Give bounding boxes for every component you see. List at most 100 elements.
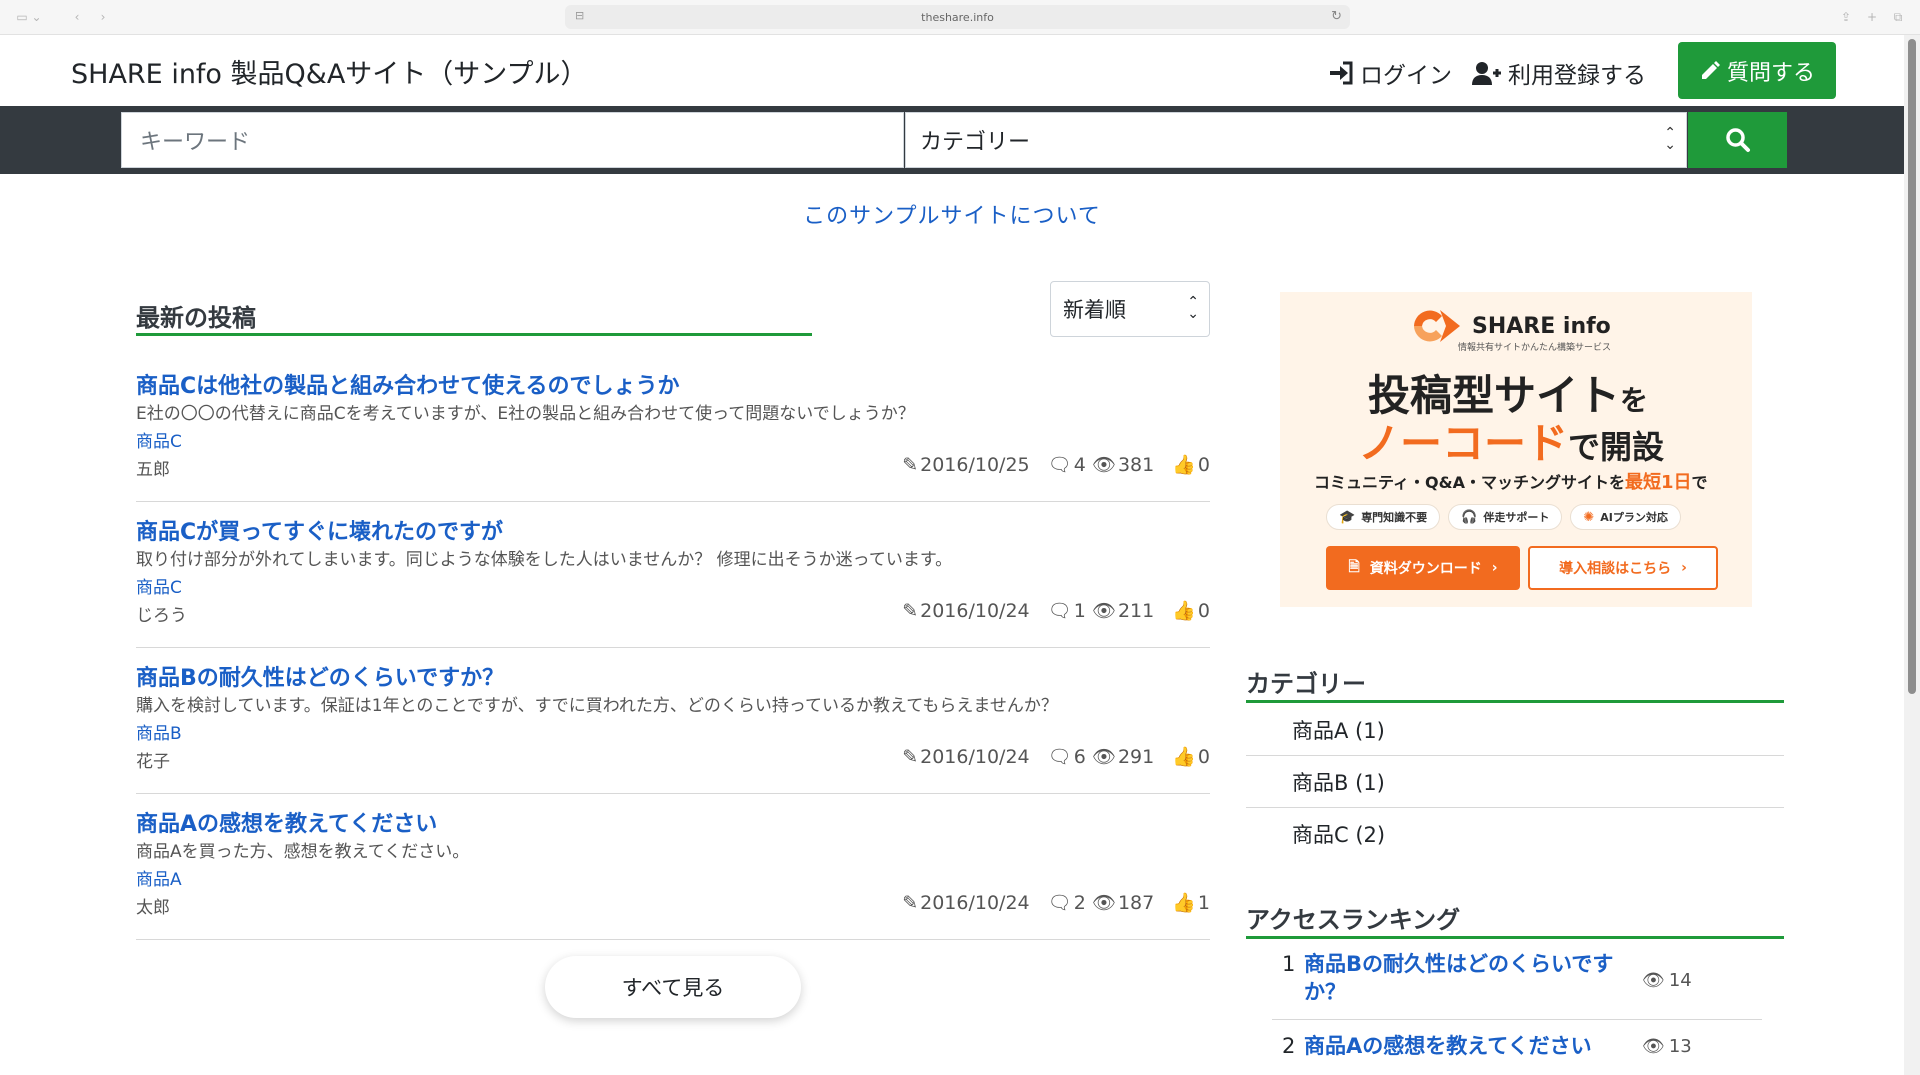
user-plus-icon: [1472, 62, 1501, 85]
post-excerpt: 購入を検討しています。保証は1年とのことですが、すでに買われた方、どのくらい持っ…: [136, 696, 1058, 716]
register-link[interactable]: 利用登録する: [1472, 56, 1646, 90]
eye-icon: 👁: [1091, 892, 1116, 914]
ask-question-button[interactable]: 質問する: [1678, 42, 1836, 99]
banner-tag: 🎓 専門知識不要: [1326, 504, 1441, 530]
banner-subline: コミュニティ・Q&A・マッチングサイトを最短1日で: [1314, 468, 1708, 494]
post-category-link[interactable]: 商品C: [136, 573, 182, 598]
thumbs-up-icon[interactable]: 👍: [1172, 599, 1196, 622]
pencil-icon: ✎: [902, 891, 919, 914]
post-excerpt: E社の〇〇の代替えに商品Cを考えていますが、E社の製品と組み合わせて使って問題な…: [136, 404, 915, 424]
post-title[interactable]: 商品Cは他社の製品と組み合わせて使えるのでしょうか: [136, 368, 680, 400]
tab-overview-icon[interactable]: ⧉: [1888, 8, 1908, 26]
post-meta: ✎ 2016/10/24 🗨 1 👁 211 👍 0: [902, 599, 1210, 623]
category-select[interactable]: カテゴリー ⌃ ⌄: [905, 112, 1687, 168]
login-link[interactable]: ログイン: [1328, 56, 1452, 90]
search-icon: [1725, 128, 1750, 152]
back-icon[interactable]: ‹: [66, 8, 88, 26]
post-excerpt: 取り付け部分が外れてしまいます。同じような体験をした人はいませんか？ 修理に出そ…: [136, 550, 953, 570]
scrollbar-thumb[interactable]: [1908, 39, 1916, 694]
eye-icon: 👁: [1091, 600, 1116, 622]
see-all-button[interactable]: すべて見る: [545, 956, 801, 1018]
banner-download-label: 資料ダウンロード: [1369, 561, 1482, 577]
post-date: 2016/10/24: [920, 745, 1030, 768]
thumbs-up-icon[interactable]: 👍: [1172, 891, 1196, 914]
category-select-value: カテゴリー: [920, 130, 1031, 155]
post-likes: 0: [1197, 745, 1210, 768]
post-comments: 1: [1073, 599, 1086, 622]
share-icon[interactable]: ⇪: [1836, 8, 1856, 26]
reload-icon[interactable]: ↻: [1331, 9, 1342, 24]
category-item[interactable]: 商品C (2): [1246, 808, 1784, 860]
post-category-link[interactable]: 商品A: [136, 865, 182, 890]
about-site-link[interactable]: このサンプルサイトについて: [0, 198, 1904, 230]
post-title[interactable]: 商品Cが買ってすぐに壊れたのですが: [136, 514, 503, 546]
comment-icon: 🗨: [1047, 746, 1072, 768]
post-likes: 1: [1197, 891, 1210, 914]
banner-consult-label: 導入相談はこちら: [1559, 561, 1672, 577]
sidebar-toggle-icon[interactable]: ▭ ⌄: [12, 8, 46, 26]
post-author: じろう: [136, 606, 187, 626]
brain-icon: ✺: [1583, 509, 1595, 525]
banner-tag-label: AIプラン対応: [1600, 511, 1668, 524]
ranking-views: 👁 14: [1642, 970, 1692, 991]
post-meta: ✎ 2016/10/24 🗨 2 👁 187 👍 1: [902, 891, 1210, 915]
post-category-link[interactable]: 商品C: [136, 427, 182, 452]
category-item[interactable]: 商品A (1): [1246, 704, 1784, 756]
post-item: 商品Cが買ってすぐに壊れたのですが 取り付け部分が外れてしまいます。同じような体…: [136, 502, 1210, 648]
search-button[interactable]: [1688, 112, 1787, 168]
search-bar: キーワード カテゴリー ⌃ ⌄: [0, 106, 1904, 174]
post-views: 211: [1117, 599, 1155, 622]
forward-icon[interactable]: ›: [92, 8, 114, 26]
post-date: 2016/10/24: [920, 891, 1030, 914]
category-item[interactable]: 商品B (1): [1246, 756, 1784, 808]
banner-download-button[interactable]: 🗎 資料ダウンロード ›: [1326, 546, 1520, 590]
select-arrows-icon: ⌃ ⌄: [1664, 125, 1676, 153]
heading-underline: [136, 333, 812, 336]
document-icon: 🗎: [1348, 559, 1360, 575]
pencil-icon: ✎: [902, 453, 919, 476]
banner-consult-button[interactable]: 導入相談はこちら ›: [1528, 546, 1718, 590]
ranking-title[interactable]: 商品Aの感想を教えてください: [1304, 1032, 1634, 1060]
pencil-icon: ✎: [902, 599, 919, 622]
banner-tags: 🎓 専門知識不要 🎧 伴走サポート ✺ AIプラン対応: [1326, 504, 1681, 530]
post-views: 187: [1117, 891, 1155, 914]
banner-headline-2-text: ノーコード: [1358, 419, 1569, 468]
post-item: 商品Aの感想を教えてください 商品Aを買った方、感想を教えてください。 商品A …: [136, 794, 1210, 940]
banner-tag-label: 専門知識不要: [1361, 511, 1428, 524]
keyword-input[interactable]: キーワード: [121, 112, 904, 168]
post-title[interactable]: 商品Aの感想を教えてください: [136, 806, 437, 838]
new-tab-icon[interactable]: +: [1862, 8, 1882, 26]
sort-select[interactable]: 新着順 ⌃ ⌄: [1050, 281, 1210, 337]
post-author: 太郎: [136, 898, 170, 918]
address-bar[interactable]: ⊟ theshare.info ↻: [565, 5, 1350, 29]
site-settings-icon[interactable]: ⊟: [575, 9, 584, 22]
page-scrollbar[interactable]: [1904, 35, 1920, 1075]
sign-in-icon: [1330, 61, 1353, 85]
latest-posts-heading: 最新の投稿: [136, 304, 256, 332]
thumbs-up-icon[interactable]: 👍: [1172, 745, 1196, 768]
post-category-link[interactable]: 商品B: [136, 719, 182, 744]
post-comments: 2: [1073, 891, 1086, 914]
post-views: 381: [1117, 453, 1155, 476]
url-text: theshare.info: [921, 10, 994, 24]
post-item: 商品Bの耐久性はどのくらいですか？ 購入を検討しています。保証は1年とのことです…: [136, 648, 1210, 794]
eye-icon: 👁: [1091, 746, 1116, 768]
post-date: 2016/10/24: [920, 599, 1030, 622]
promo-banner[interactable]: SHARE info 情報共有サイトかんたん構築サービス 投稿型サイトを ノーコ…: [1280, 292, 1752, 607]
sort-select-value: 新着順: [1063, 298, 1126, 322]
ranking-title[interactable]: 商品Bの耐久性はどのくらいですか？: [1304, 950, 1624, 1006]
post-title[interactable]: 商品Bの耐久性はどのくらいですか？: [136, 660, 504, 692]
post-item: 商品Cは他社の製品と組み合わせて使えるのでしょうか E社の〇〇の代替えに商品Cを…: [136, 356, 1210, 502]
share-info-logo-icon: [1414, 310, 1460, 342]
headset-icon: 🎧: [1461, 509, 1478, 525]
banner-subline-post: で: [1691, 473, 1708, 492]
thumbs-up-icon[interactable]: 👍: [1172, 453, 1196, 476]
ranking-views: 👁 13: [1642, 1036, 1692, 1057]
site-title[interactable]: SHARE info 製品Q&Aサイト（サンプル）: [71, 52, 588, 91]
select-arrows-icon: ⌃ ⌄: [1187, 294, 1199, 322]
ranking-views-count: 14: [1668, 970, 1692, 991]
browser-toolbar: ▭ ⌄ ‹ › ⊟ theshare.info ↻ ⇪ + ⧉: [0, 0, 1920, 35]
post-meta: ✎ 2016/10/25 🗨 4 👁 381 👍 0: [902, 453, 1210, 477]
site-header: SHARE info 製品Q&Aサイト（サンプル） ログイン 利用登録する 質問…: [0, 36, 1904, 106]
login-label: ログイン: [1360, 63, 1452, 89]
